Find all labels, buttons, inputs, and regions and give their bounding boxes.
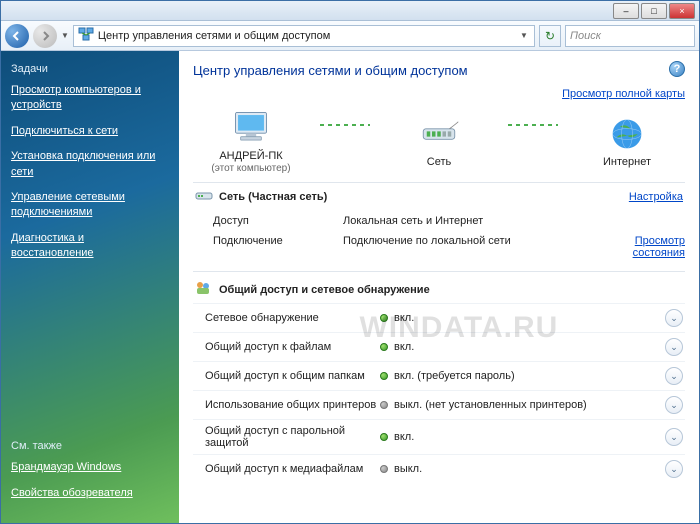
globe-icon xyxy=(609,116,645,152)
close-button[interactable]: × xyxy=(669,3,695,19)
option-status: вкл. xyxy=(380,341,665,353)
option-status: вкл. xyxy=(380,431,665,443)
status-led-icon xyxy=(380,314,388,322)
network-section: Сеть (Частная сеть) Настройка Доступ Лок… xyxy=(193,182,685,263)
network-row-access: Доступ Локальная сеть и Интернет xyxy=(193,211,685,231)
maximize-button[interactable]: □ xyxy=(641,3,667,19)
sidebar-link-view-computers[interactable]: Просмотр компьютеров и устройств xyxy=(11,83,169,114)
forward-button[interactable] xyxy=(33,24,57,48)
sharing-section-header: Общий доступ и сетевое обнаружение xyxy=(193,271,685,303)
sharing-option-row: Общий доступ к общим папкамвкл. (требует… xyxy=(193,361,685,390)
network-diagram: АНДРЕЙ-ПК(этот компьютер) xyxy=(193,106,685,174)
status-led-icon xyxy=(380,372,388,380)
customize-link[interactable]: Настройка xyxy=(629,191,683,203)
option-name: Общий доступ к общим папкам xyxy=(205,370,380,382)
computer-icon xyxy=(230,109,272,147)
diagram-pc-sub: (этот компьютер) xyxy=(211,163,290,174)
refresh-button[interactable]: ↻ xyxy=(539,25,561,47)
navbar: ▼ Центр управления сетями и общим доступ… xyxy=(1,21,699,51)
option-name: Использование общих принтеров xyxy=(205,399,380,411)
address-text: Центр управления сетями и общим доступом xyxy=(98,30,514,42)
sidebar-seealso-header: См. также xyxy=(11,440,169,452)
minimize-button[interactable]: – xyxy=(613,3,639,19)
diagram-line-2 xyxy=(508,124,558,126)
status-led-icon xyxy=(380,343,388,351)
network-hub-small-icon xyxy=(195,189,211,205)
content: ? Центр управления сетями и общим доступ… xyxy=(179,51,699,523)
expand-chevron-icon[interactable]: ⌄ xyxy=(665,338,683,356)
search-placeholder: Поиск xyxy=(570,30,601,42)
access-value: Локальная сеть и Интернет xyxy=(343,215,605,227)
expand-chevron-icon[interactable]: ⌄ xyxy=(665,460,683,478)
address-dropdown[interactable]: ▼ xyxy=(518,31,530,40)
sidebar-link-firewall[interactable]: Брандмауэр Windows xyxy=(11,460,169,475)
status-led-icon xyxy=(380,401,388,409)
expand-chevron-icon[interactable]: ⌄ xyxy=(665,428,683,446)
network-hub-icon xyxy=(418,119,460,149)
sharing-section-title: Общий доступ и сетевое обнаружение xyxy=(219,284,430,296)
sharing-option-row: Использование общих принтероввыкл. (нет … xyxy=(193,390,685,419)
status-led-icon xyxy=(380,465,388,473)
option-name: Общий доступ с парольной защитой xyxy=(205,425,380,449)
sidebar-link-manage-connections[interactable]: Управление сетевыми подключениями xyxy=(11,190,169,221)
expand-chevron-icon[interactable]: ⌄ xyxy=(665,309,683,327)
network-section-title: Сеть (Частная сеть) xyxy=(219,191,621,203)
diagram-node-network: Сеть xyxy=(384,112,494,168)
network-center-icon xyxy=(78,26,94,45)
history-dropdown[interactable]: ▼ xyxy=(61,31,69,40)
window: – □ × ▼ Центр управления сетями и общим … xyxy=(0,0,700,524)
sharing-option-row: Общий доступ к медиафайламвыкл.⌄ xyxy=(193,454,685,483)
view-full-map-link[interactable]: Просмотр полной карты xyxy=(562,88,685,100)
page-title: Центр управления сетями и общим доступом xyxy=(193,63,685,78)
status-led-icon xyxy=(380,433,388,441)
diagram-pc-label: АНДРЕЙ-ПК xyxy=(219,150,282,162)
titlebar: – □ × xyxy=(1,1,699,21)
sharing-option-row: Общий доступ с парольной защитойвкл.⌄ xyxy=(193,419,685,454)
option-status: выкл. xyxy=(380,463,665,475)
diagram-net-label: Сеть xyxy=(427,156,451,168)
arrow-right-icon xyxy=(40,31,50,41)
network-row-connection: Подключение Подключение по локальной сет… xyxy=(193,231,685,263)
body: Задачи Просмотр компьютеров и устройств … xyxy=(1,51,699,523)
sidebar-link-setup-connection[interactable]: Установка подключения или сети xyxy=(11,149,169,180)
arrow-left-icon xyxy=(12,31,22,41)
expand-chevron-icon[interactable]: ⌄ xyxy=(665,396,683,414)
option-status: вкл. (требуется пароль) xyxy=(380,370,665,382)
diagram-line-1 xyxy=(320,124,370,126)
option-status: вкл. xyxy=(380,312,665,324)
search-input[interactable]: Поиск xyxy=(565,25,695,47)
sharing-option-row: Сетевое обнаружениевкл.⌄ xyxy=(193,303,685,332)
connection-label: Подключение xyxy=(213,235,343,259)
access-label: Доступ xyxy=(213,215,343,227)
option-name: Общий доступ к файлам xyxy=(205,341,380,353)
connection-value: Подключение по локальной сети xyxy=(343,235,605,259)
diagram-node-pc: АНДРЕЙ-ПК(этот компьютер) xyxy=(196,106,306,174)
expand-chevron-icon[interactable]: ⌄ xyxy=(665,367,683,385)
sidebar-link-diagnostics[interactable]: Диагностика и восстановление xyxy=(11,231,169,262)
sharing-option-row: Общий доступ к файламвкл.⌄ xyxy=(193,332,685,361)
help-button[interactable]: ? xyxy=(669,61,685,77)
sidebar-link-connect-network[interactable]: Подключиться к сети xyxy=(11,124,169,139)
address-bar[interactable]: Центр управления сетями и общим доступом… xyxy=(73,25,535,47)
sidebar-link-internet-options[interactable]: Свойства обозревателя xyxy=(11,486,169,501)
diagram-inet-label: Интернет xyxy=(603,156,651,168)
option-name: Сетевое обнаружение xyxy=(205,312,380,324)
users-icon xyxy=(195,280,211,299)
option-status: выкл. (нет установленных принтеров) xyxy=(380,399,665,411)
back-button[interactable] xyxy=(5,24,29,48)
sidebar: Задачи Просмотр компьютеров и устройств … xyxy=(1,51,179,523)
view-status-link[interactable]: Просмотр состояния xyxy=(633,235,685,259)
option-name: Общий доступ к медиафайлам xyxy=(205,463,380,475)
sidebar-tasks-header: Задачи xyxy=(11,63,169,75)
diagram-node-internet: Интернет xyxy=(572,112,682,168)
